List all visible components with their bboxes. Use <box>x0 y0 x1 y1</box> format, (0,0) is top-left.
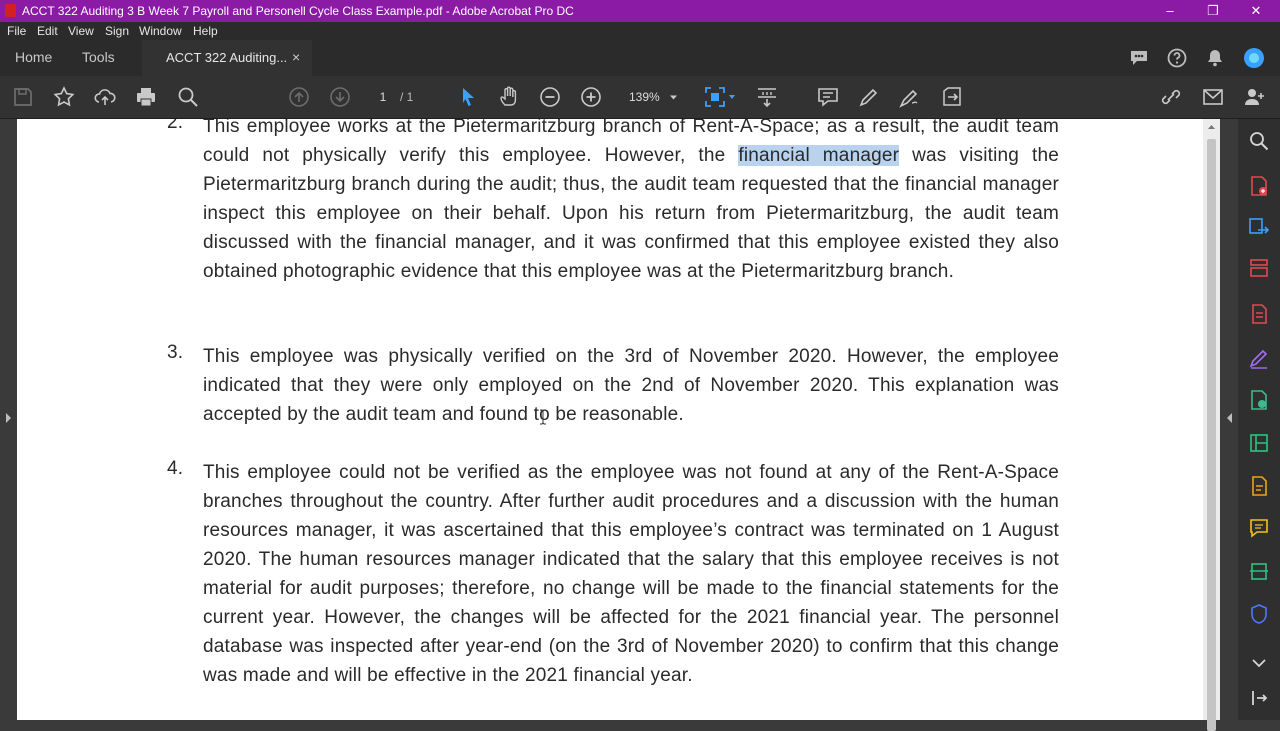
tab-bar: Home Tools ACCT 322 Auditing... × <box>0 40 1280 78</box>
save-icon[interactable] <box>11 85 35 109</box>
upload-cloud-icon[interactable] <box>93 85 117 109</box>
export-pdf-icon[interactable] <box>1248 216 1270 238</box>
scrollbar-thumb[interactable] <box>1207 139 1216 731</box>
menu-bar: File Edit View Sign Window Help <box>0 22 1280 40</box>
comment-tool-icon[interactable] <box>1248 517 1270 539</box>
close-tab-button[interactable]: × <box>292 49 300 65</box>
minimize-button[interactable]: – <box>1150 2 1190 20</box>
menu-view[interactable]: View <box>68 24 94 38</box>
page-total: / 1 <box>400 90 414 104</box>
email-icon[interactable] <box>1201 85 1225 109</box>
title-bar: ACCT 322 Auditing 3 B Week 7 Payroll and… <box>0 0 1280 22</box>
text-cursor-icon <box>540 409 546 425</box>
right-panel-toggle-strip <box>1220 119 1238 720</box>
left-panel <box>0 119 17 720</box>
list-item-text: This employee works at the Pietermaritzb… <box>203 119 1059 282</box>
zoom-in-icon[interactable] <box>579 85 603 109</box>
print-icon[interactable] <box>134 85 158 109</box>
collapse-panel-icon[interactable] <box>1248 687 1270 709</box>
scroll-mode-icon[interactable] <box>755 85 779 109</box>
list-item-number: 3. <box>167 342 184 363</box>
close-window-button[interactable]: ✕ <box>1236 2 1276 20</box>
menu-edit[interactable]: Edit <box>37 24 58 38</box>
list-item-text: This employee could not be verified as t… <box>203 462 1059 686</box>
fill-sign-icon[interactable] <box>1248 347 1270 369</box>
share-export-icon[interactable] <box>940 85 964 109</box>
fit-options-chevron-icon[interactable] <box>728 93 736 101</box>
vertical-scrollbar[interactable] <box>1203 119 1220 731</box>
selected-text-highlight: financial manager <box>738 145 900 166</box>
link-edit-icon[interactable] <box>1159 85 1183 109</box>
add-user-icon[interactable] <box>1242 85 1266 109</box>
hand-tool-icon[interactable] <box>497 85 521 109</box>
comment-bubble-icon[interactable] <box>1128 47 1150 69</box>
toolbar: 1 / 1 139% <box>0 76 1280 119</box>
list-item-number: 4. <box>167 458 184 479</box>
current-page-input[interactable]: 1 <box>368 87 398 107</box>
right-tools-panel <box>1238 119 1280 720</box>
search-icon[interactable] <box>176 85 200 109</box>
tab-document[interactable]: ACCT 322 Auditing... × <box>142 40 312 78</box>
edit-pdf-icon[interactable] <box>1248 303 1270 325</box>
zoom-search-icon[interactable] <box>1248 130 1270 152</box>
zoom-out-icon[interactable] <box>538 85 562 109</box>
scan-ocr-icon[interactable] <box>1248 560 1270 582</box>
expand-left-panel-icon[interactable] <box>4 412 13 424</box>
add-comment-icon[interactable] <box>816 85 840 109</box>
zoom-level-value: 139% <box>629 90 660 104</box>
select-cursor-icon[interactable] <box>456 85 480 109</box>
highlight-pen-icon[interactable] <box>857 85 881 109</box>
compress-pdf-icon[interactable] <box>1248 432 1270 454</box>
document-tab-label: ACCT 322 Auditing... <box>166 50 288 65</box>
list-item-number: 2. <box>167 119 184 133</box>
create-pdf-icon[interactable] <box>1248 175 1270 197</box>
combine-files-icon[interactable] <box>1248 475 1270 497</box>
collapse-right-panel-icon[interactable] <box>1225 412 1234 424</box>
send-for-signature-icon[interactable] <box>1248 389 1270 411</box>
scroll-up-arrow-icon[interactable] <box>1207 123 1216 131</box>
next-page-icon[interactable] <box>328 85 352 109</box>
help-icon[interactable] <box>1166 47 1188 69</box>
fit-page-icon[interactable] <box>703 85 727 109</box>
chevron-down-icon <box>670 95 677 100</box>
menu-sign[interactable]: Sign <box>105 24 129 38</box>
restore-button[interactable]: ❐ <box>1193 2 1233 20</box>
notification-bell-icon[interactable] <box>1204 47 1226 69</box>
tab-home[interactable]: Home <box>15 49 52 65</box>
acrobat-app-icon <box>5 4 16 17</box>
bookmark-star-icon[interactable] <box>52 85 76 109</box>
menu-help[interactable]: Help <box>193 24 218 38</box>
menu-window[interactable]: Window <box>139 24 182 38</box>
user-avatar-icon[interactable] <box>1243 47 1265 69</box>
list-item-text: This employee was physically verified on… <box>203 346 1059 425</box>
document-page: 2. This employee works at the Pietermari… <box>17 119 1203 720</box>
previous-page-icon[interactable] <box>287 85 311 109</box>
more-tools-chevron-icon[interactable] <box>1248 652 1270 674</box>
window-title: ACCT 322 Auditing 3 B Week 7 Payroll and… <box>22 4 574 18</box>
menu-file[interactable]: File <box>7 24 26 38</box>
sign-pen-icon[interactable] <box>898 85 922 109</box>
zoom-level-dropdown[interactable]: 139% <box>620 87 680 107</box>
tab-tools[interactable]: Tools <box>82 49 115 65</box>
organize-pages-icon[interactable] <box>1248 257 1270 279</box>
protect-shield-icon[interactable] <box>1248 603 1270 625</box>
